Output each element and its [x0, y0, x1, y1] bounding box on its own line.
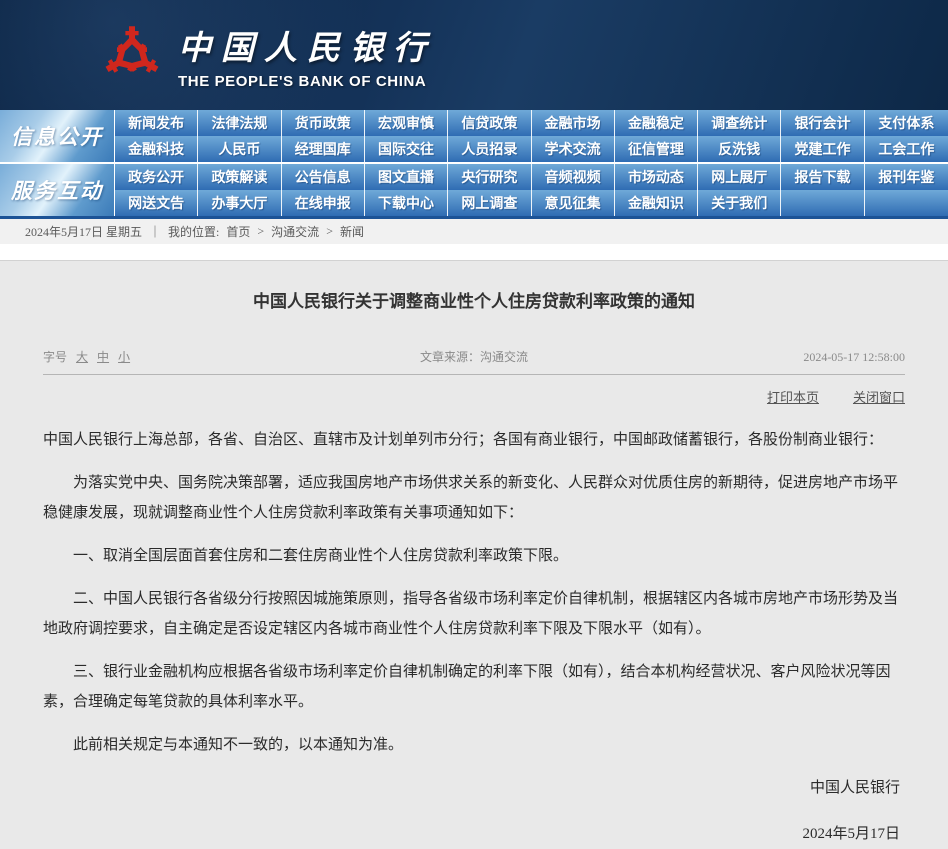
nav-item[interactable]: 报告下载 — [781, 164, 864, 190]
article-datetime: 2024-05-17 12:58:00 — [618, 350, 905, 365]
nav-item[interactable]: 银行会计 — [781, 110, 864, 136]
article-meta: 字号 大 中 小 文章来源：沟通交流 2024-05-17 12:58:00 — [43, 348, 905, 375]
brand-block: 中国人民银行 THE PEOPLE'S BANK OF CHINA — [178, 21, 436, 90]
font-size-large-link[interactable]: 大 — [76, 348, 88, 365]
nav-menu: 新闻发布 法律法规 货币政策 宏观审慎 信贷政策 金融市场 金融稳定 调查统计 … — [115, 110, 948, 216]
article-source: 文章来源：沟通交流 — [330, 348, 617, 365]
breadcrumb-date: 2024年5月17日 星期五 — [25, 223, 142, 240]
nav-item[interactable]: 办事大厅 — [198, 190, 281, 216]
print-page-link[interactable]: 打印本页 — [767, 390, 819, 405]
nav-item[interactable]: 学术交流 — [532, 136, 615, 162]
article-tools: 打印本页 关闭窗口 — [43, 387, 905, 407]
bank-name-english: THE PEOPLE'S BANK OF CHINA — [178, 73, 436, 90]
nav-item[interactable]: 央行研究 — [448, 164, 531, 190]
nav-menu-section-1: 新闻发布 法律法规 货币政策 宏观审慎 信贷政策 金融市场 金融稳定 调查统计 … — [115, 110, 948, 162]
site-header: 中国人民银行 THE PEOPLE'S BANK OF CHINA — [0, 0, 948, 110]
nav-item[interactable]: 金融科技 — [115, 136, 198, 162]
font-size-small-link[interactable]: 小 — [118, 348, 130, 365]
nav-item[interactable]: 公告信息 — [282, 164, 365, 190]
spacer-band — [0, 244, 948, 260]
breadcrumb: 2024年5月17日 星期五 ｜ 我的位置: 首页 > 沟通交流 > 新闻 — [0, 219, 948, 244]
nav-item-empty — [781, 190, 864, 216]
article-paragraph: 一、取消全国层面首套住房和二套住房商业性个人住房贷款利率政策下限。 — [43, 541, 905, 571]
nav-item[interactable]: 音频视频 — [532, 164, 615, 190]
nav-item[interactable]: 人民币 — [198, 136, 281, 162]
article-paragraph: 二、中国人民银行各省级分行按照因城施策原则，指导各省级市场利率定价自律机制，根据… — [43, 584, 905, 644]
article-signature: 中国人民银行 — [43, 773, 900, 803]
article-body: 中国人民银行上海总部，各省、自治区、直辖市及计划单列市分行；各国有商业银行，中国… — [43, 425, 905, 760]
nav-item[interactable]: 在线申报 — [282, 190, 365, 216]
nav-item[interactable]: 政策解读 — [198, 164, 281, 190]
nav-item[interactable]: 新闻发布 — [115, 110, 198, 136]
breadcrumb-arrow: > — [257, 224, 264, 239]
nav-item[interactable]: 下载中心 — [365, 190, 448, 216]
nav-item[interactable]: 网上展厅 — [698, 164, 781, 190]
nav-item[interactable]: 货币政策 — [282, 110, 365, 136]
nav-item[interactable]: 意见征集 — [532, 190, 615, 216]
nav-item[interactable]: 调查统计 — [698, 110, 781, 136]
nav-item[interactable]: 工会工作 — [865, 136, 948, 162]
nav-item[interactable]: 政务公开 — [115, 164, 198, 190]
breadcrumb-home-link[interactable]: 首页 — [226, 223, 250, 240]
bank-name-chinese: 中国人民银行 — [178, 21, 436, 69]
nav-item[interactable]: 关于我们 — [698, 190, 781, 216]
nav-item[interactable]: 金融知识 — [615, 190, 698, 216]
nav-item[interactable]: 经理国库 — [282, 136, 365, 162]
nav-item[interactable]: 信贷政策 — [448, 110, 531, 136]
font-size-medium-link[interactable]: 中 — [97, 348, 109, 365]
article-content: 中国人民银行关于调整商业性个人住房贷款利率政策的通知 字号 大 中 小 文章来源… — [0, 260, 948, 849]
nav-item[interactable]: 反洗钱 — [698, 136, 781, 162]
breadcrumb-arrow: > — [326, 224, 333, 239]
breadcrumb-section-link[interactable]: 沟通交流 — [271, 223, 319, 240]
nav-item[interactable]: 图文直播 — [365, 164, 448, 190]
nav-section-service-interaction[interactable]: 服务互动 — [0, 164, 115, 216]
nav-menu-section-2: 政务公开 政策解读 公告信息 图文直播 央行研究 音频视频 市场动态 网上展厅 … — [115, 164, 948, 216]
nav-section-information-disclosure[interactable]: 信息公开 — [0, 110, 115, 162]
nav-section-labels: 信息公开 服务互动 — [0, 110, 115, 216]
pboc-logo-icon — [102, 16, 162, 94]
nav-item[interactable]: 宏观审慎 — [365, 110, 448, 136]
nav-item[interactable]: 国际交往 — [365, 136, 448, 162]
nav-item-empty — [865, 190, 948, 216]
nav-item[interactable]: 人员招录 — [448, 136, 531, 162]
font-size-label: 字号 — [43, 348, 67, 365]
breadcrumb-pipe: ｜ — [149, 223, 161, 240]
nav-item[interactable]: 市场动态 — [615, 164, 698, 190]
nav-item[interactable]: 党建工作 — [781, 136, 864, 162]
nav-item[interactable]: 法律法规 — [198, 110, 281, 136]
nav-item[interactable]: 征信管理 — [615, 136, 698, 162]
nav-item[interactable]: 网上调查 — [448, 190, 531, 216]
nav-item[interactable]: 金融稳定 — [615, 110, 698, 136]
page-title: 中国人民银行关于调整商业性个人住房贷款利率政策的通知 — [43, 261, 905, 312]
article-paragraph: 此前相关规定与本通知不一致的，以本通知为准。 — [43, 730, 905, 760]
article-paragraph: 中国人民银行上海总部，各省、自治区、直辖市及计划单列市分行；各国有商业银行，中国… — [43, 425, 905, 455]
close-window-link[interactable]: 关闭窗口 — [853, 390, 905, 405]
breadcrumb-page-link[interactable]: 新闻 — [340, 223, 364, 240]
article-paragraph: 为落实党中央、国务院决策部署，适应我国房地产市场供求关系的新变化、人民群众对优质… — [43, 468, 905, 528]
main-nav: 信息公开 服务互动 新闻发布 法律法规 货币政策 宏观审慎 信贷政策 金融市场 … — [0, 110, 948, 219]
article-sign-date: 2024年5月17日 — [43, 819, 900, 849]
breadcrumb-location-label: 我的位置: — [168, 223, 219, 240]
nav-item[interactable]: 金融市场 — [532, 110, 615, 136]
font-size-controls: 字号 大 中 小 — [43, 348, 330, 365]
nav-item[interactable]: 网送文告 — [115, 190, 198, 216]
article-paragraph: 三、银行业金融机构应根据各省级市场利率定价自律机制确定的利率下限（如有），结合本… — [43, 657, 905, 717]
nav-item[interactable]: 报刊年鉴 — [865, 164, 948, 190]
nav-item[interactable]: 支付体系 — [865, 110, 948, 136]
